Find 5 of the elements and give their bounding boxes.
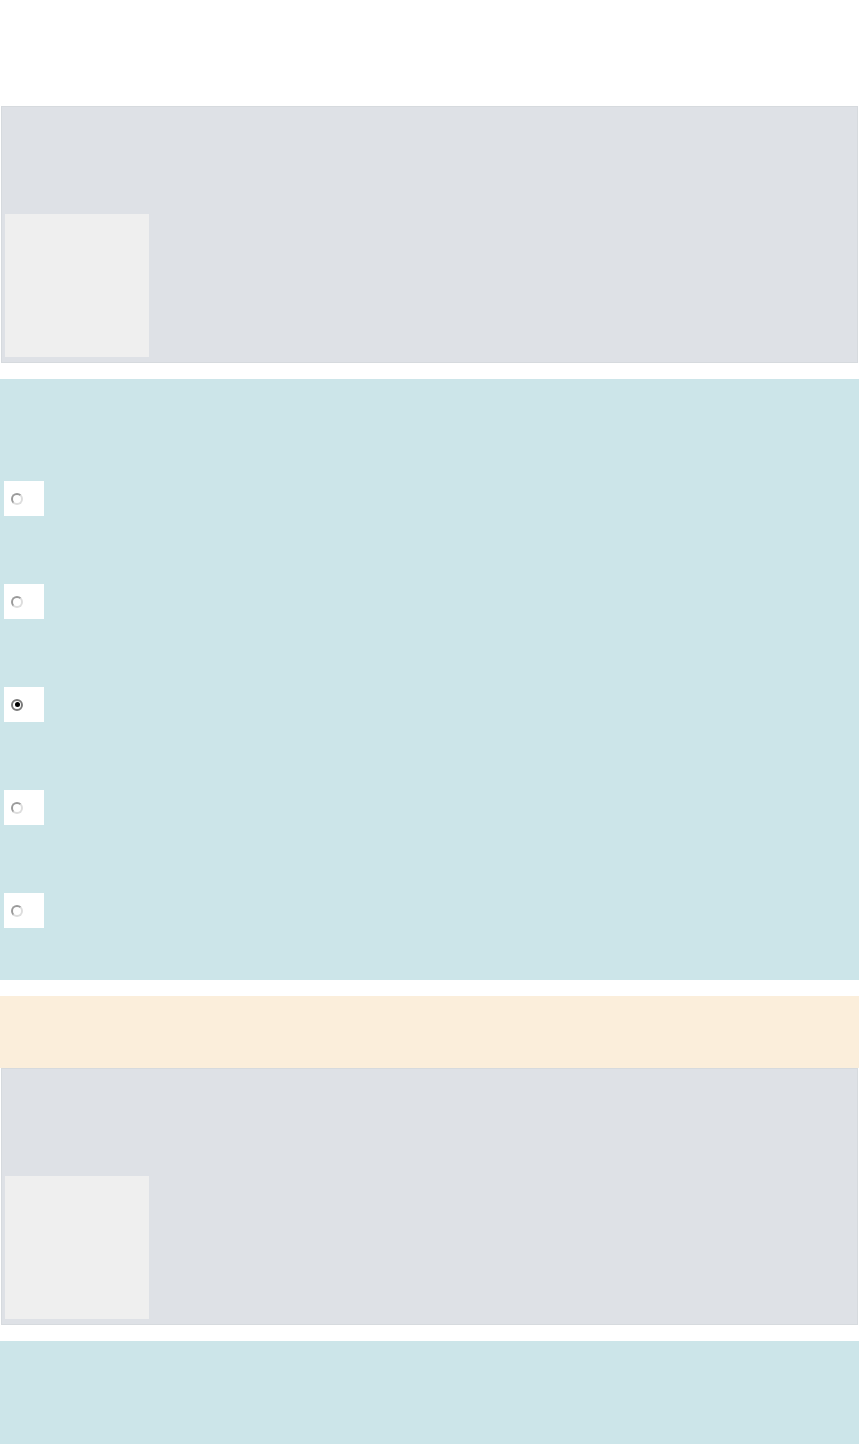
- radio-button[interactable]: [4, 790, 44, 825]
- radio-button[interactable]: [4, 687, 44, 722]
- radio-button[interactable]: [4, 893, 44, 928]
- radio-button[interactable]: [4, 584, 44, 619]
- radio-button[interactable]: [4, 481, 44, 516]
